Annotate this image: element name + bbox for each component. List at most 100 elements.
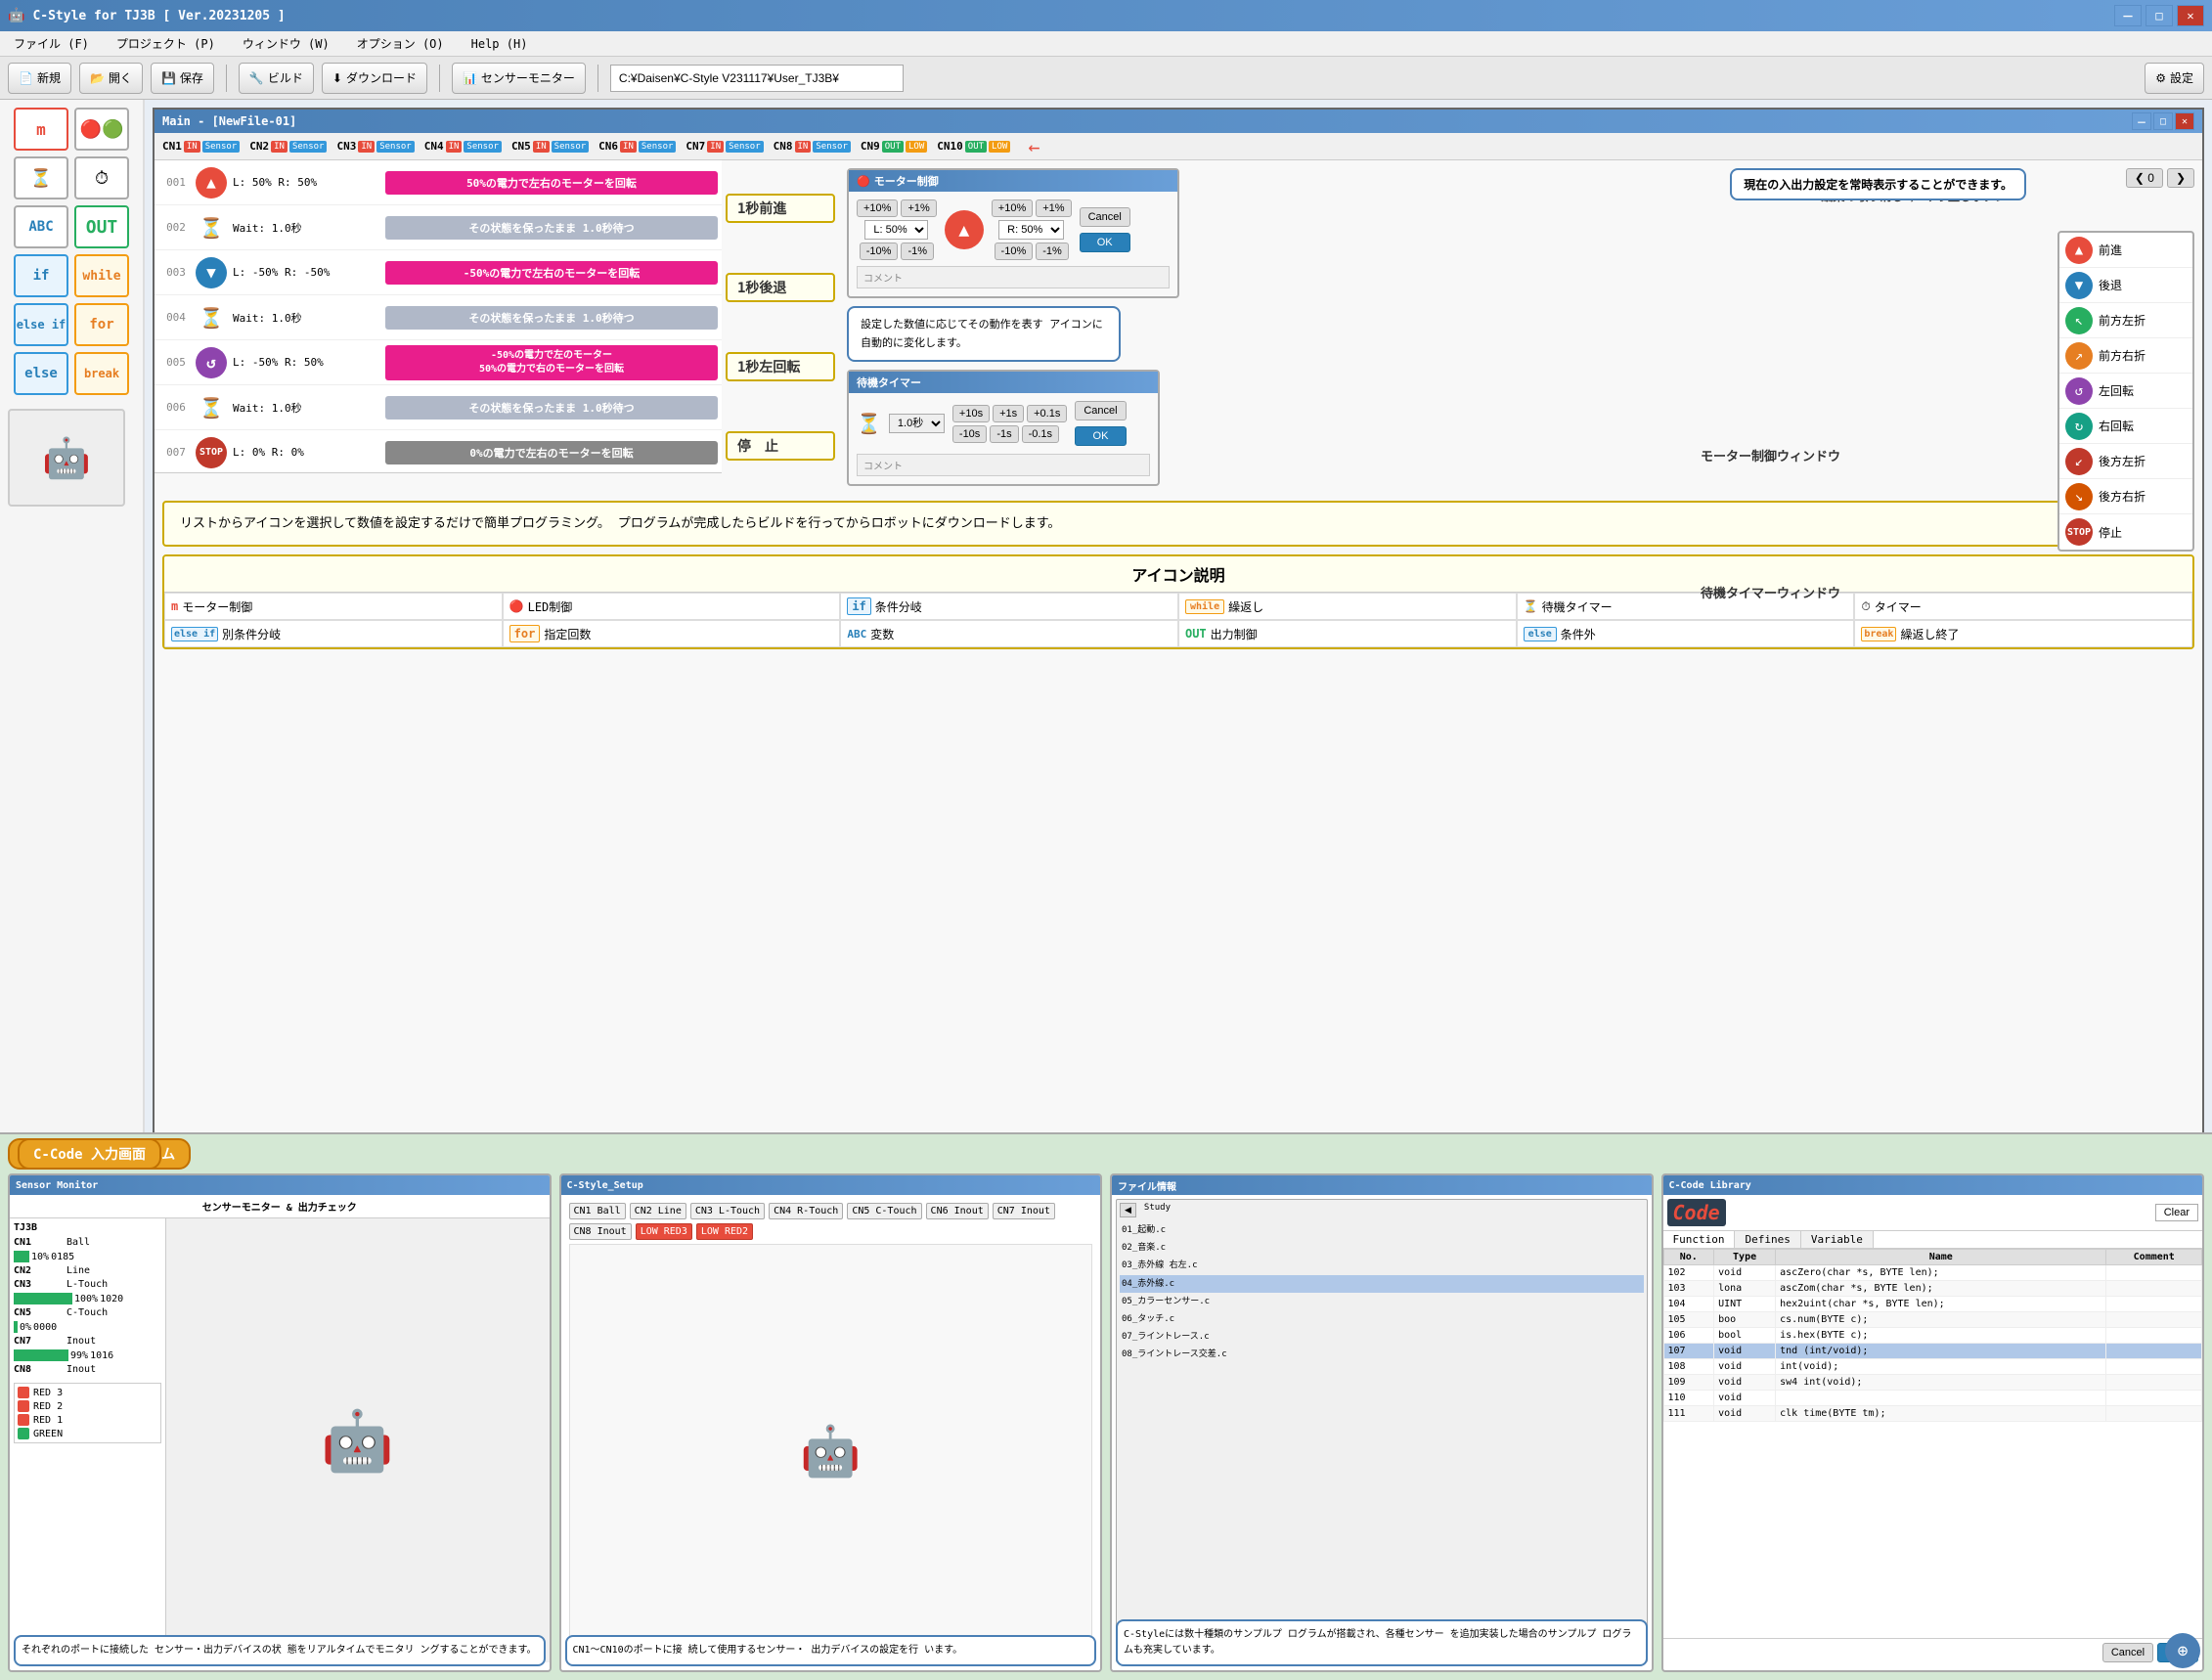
sidebar-elseif-btn[interactable]: else if	[14, 303, 68, 346]
save-button[interactable]: 💾 保存	[151, 63, 214, 94]
sample-file-4[interactable]: 04_赤外線.c	[1120, 1275, 1644, 1293]
sample-file-5[interactable]: 05_カラーセンサー.c	[1120, 1293, 1644, 1310]
menu-options[interactable]: オプション (O)	[351, 33, 450, 54]
motor-cancel-btn[interactable]: Cancel	[1080, 207, 1130, 227]
code-row-2[interactable]: 002 ⏳ Wait: 1.0秒 その状態を保ったまま 1.0秒待つ	[155, 205, 722, 250]
sample-file-8[interactable]: 08_ライントレース交差.c	[1120, 1346, 1644, 1363]
code-row-1[interactable]: 001 ▲ L: 50% R: 50% 50%の電力で左右のモーターを回転	[155, 160, 722, 205]
wait-time-select[interactable]: 1.0秒	[889, 414, 945, 433]
ccode-tab-function[interactable]: Function	[1663, 1231, 1736, 1248]
sidebar-wait-btn[interactable]: ⏳	[14, 156, 68, 199]
ccode-row-110[interactable]: 110 void	[1663, 1391, 2202, 1406]
ccode-row-106[interactable]: 106 bool is.hex(BYTE c);	[1663, 1328, 2202, 1344]
ccode-row-104[interactable]: 104 UINT hex2uint(char *s, BYTE len);	[1663, 1297, 2202, 1312]
sample-file-1[interactable]: 01_起動.c	[1120, 1221, 1644, 1239]
ccode-row-103[interactable]: 103 lona ascZom(char *s, BYTE len);	[1663, 1281, 2202, 1297]
build-button[interactable]: 🔧 ビルド	[239, 63, 314, 94]
inner-maximize[interactable]: □	[2153, 112, 2173, 130]
right-motor-select[interactable]: R: 50%	[998, 220, 1064, 240]
sidebar-for-btn[interactable]: for	[74, 303, 129, 346]
sidebar-abc-btn[interactable]: ABC	[14, 205, 68, 248]
wait-minus01s-btn[interactable]: -0.1s	[1022, 425, 1059, 443]
settings-button[interactable]: ⚙ 設定	[2145, 63, 2204, 94]
wait-plus10s-btn[interactable]: +10s	[952, 405, 990, 422]
setup-cn4[interactable]: CN4 R-Touch	[769, 1203, 843, 1219]
maximize-button[interactable]: □	[2146, 5, 2173, 26]
ccode-table-wrapper[interactable]: No. Type Name Comment 102 void ascZero(c…	[1663, 1249, 2203, 1638]
ccode-row-102[interactable]: 102 void ascZero(char *s, BYTE len);	[1663, 1265, 2202, 1281]
ccode-row-109[interactable]: 109 void sw4 int(void);	[1663, 1375, 2202, 1391]
wait-minus10s-btn[interactable]: -10s	[952, 425, 987, 443]
left-minus1-btn[interactable]: -1%	[901, 243, 934, 260]
ccode-cancel-btn[interactable]: Cancel	[2102, 1643, 2153, 1662]
path-input[interactable]	[610, 65, 904, 92]
download-button[interactable]: ⬇ ダウンロード	[322, 63, 427, 94]
sample-file-6[interactable]: 06_タッチ.c	[1120, 1310, 1644, 1328]
sidebar-break-btn[interactable]: break	[74, 352, 129, 395]
motor-ok-btn[interactable]: OK	[1080, 233, 1130, 252]
ccode-tab-variable[interactable]: Variable	[1801, 1231, 1874, 1248]
ccode-tab-defines[interactable]: Defines	[1735, 1231, 1800, 1248]
new-button[interactable]: 📄 新規	[8, 63, 71, 94]
left-minus10-btn[interactable]: -10%	[860, 243, 899, 260]
code-row-3[interactable]: 003 ▼ L: -50% R: -50% -50%の電力で左右のモーターを回転	[155, 250, 722, 295]
code-row-6[interactable]: 006 ⏳ Wait: 1.0秒 その状態を保ったまま 1.0秒待つ	[155, 385, 722, 430]
magnifier-button[interactable]: ⊕	[2165, 1633, 2200, 1668]
wait-minus1s-btn[interactable]: -1s	[990, 425, 1018, 443]
code-row-4[interactable]: 004 ⏳ Wait: 1.0秒 その状態を保ったまま 1.0秒待つ	[155, 295, 722, 340]
menu-help[interactable]: Help (H)	[465, 35, 534, 53]
setup-cn1[interactable]: CN1 Ball	[569, 1203, 626, 1219]
motor-comment-field[interactable]: コメント	[857, 266, 1170, 288]
right-plus10-btn[interactable]: +10%	[992, 199, 1033, 217]
inner-close[interactable]: ✕	[2175, 112, 2194, 130]
sidebar-motor-btn[interactable]: m	[14, 108, 68, 151]
setup-cn10[interactable]: LOW RED2	[696, 1223, 753, 1240]
wait-ok-btn[interactable]: OK	[1075, 426, 1126, 446]
ccode-row-111[interactable]: 111 void clk time(BYTE tm);	[1663, 1406, 2202, 1422]
left-plus10-btn[interactable]: +10%	[857, 199, 898, 217]
setup-cn5[interactable]: CN5 C-Touch	[847, 1203, 921, 1219]
setup-cn3[interactable]: CN3 L-Touch	[690, 1203, 765, 1219]
sample-file-7[interactable]: 07_ライントレース.c	[1120, 1328, 1644, 1346]
close-button[interactable]: ✕	[2177, 5, 2204, 26]
monitor-button[interactable]: 📊 センサーモニター	[452, 63, 586, 94]
wait-comment-field[interactable]: コメント	[857, 454, 1150, 476]
sample-file-2[interactable]: 02_音楽.c	[1120, 1239, 1644, 1257]
sidebar-led-btn[interactable]: 🔴🟢	[74, 108, 129, 151]
sample-back-btn[interactable]: ◀	[1120, 1203, 1136, 1217]
sidebar-while-btn[interactable]: while	[74, 254, 129, 297]
inner-minimize[interactable]: －	[2132, 112, 2151, 130]
wait-cancel-btn[interactable]: Cancel	[1075, 401, 1126, 420]
wait-plus1s-btn[interactable]: +1s	[993, 405, 1024, 422]
ccode-row-105[interactable]: 105 boo cs.num(BYTE c);	[1663, 1312, 2202, 1328]
menu-file[interactable]: ファイル (F)	[8, 33, 95, 54]
left-plus1-btn[interactable]: +1%	[901, 199, 936, 217]
right-minus10-btn[interactable]: -10%	[995, 243, 1034, 260]
ccode-clear-btn[interactable]: Clear	[2155, 1204, 2198, 1221]
ccode-row-108[interactable]: 108 void int(void);	[1663, 1359, 2202, 1375]
open-button[interactable]: 📂 開く	[79, 63, 143, 94]
sidebar-if-btn[interactable]: if	[14, 254, 68, 297]
setup-cn9[interactable]: LOW RED3	[636, 1223, 692, 1240]
menu-project[interactable]: プロジェクト (P)	[111, 33, 221, 54]
sensor-cn7-bar-row: 99% 1016	[14, 1349, 161, 1361]
minimize-button[interactable]: －	[2114, 5, 2142, 26]
setup-cn8[interactable]: CN8 Inout	[569, 1223, 632, 1240]
code-row-5[interactable]: 005 ↺ L: -50% R: 50% -50%の電力で左のモーター50%の電…	[155, 340, 722, 385]
sidebar-out-btn[interactable]: OUT	[74, 205, 129, 248]
sample-file-browser[interactable]: ◀ Study 01_起動.c 02_音楽.c 03_赤外線 右左.c 04_赤…	[1116, 1199, 1648, 1662]
rotate-left-icon: ↺	[2065, 377, 2093, 405]
setup-cn2[interactable]: CN2 Line	[630, 1203, 686, 1219]
menu-window[interactable]: ウィンドウ (W)	[237, 33, 335, 54]
right-plus1-btn[interactable]: +1%	[1036, 199, 1071, 217]
left-motor-select[interactable]: L: 50%	[864, 220, 928, 240]
sidebar-timer-btn[interactable]: ⏱	[74, 156, 129, 199]
setup-cn7[interactable]: CN7 Inout	[993, 1203, 1055, 1219]
right-minus1-btn[interactable]: -1%	[1036, 243, 1069, 260]
setup-cn6[interactable]: CN6 Inout	[926, 1203, 989, 1219]
sidebar-else-btn[interactable]: else	[14, 352, 68, 395]
ccode-row-107[interactable]: 107 void tnd (int/void);	[1663, 1344, 2202, 1359]
wait-plus01s-btn[interactable]: +0.1s	[1027, 405, 1067, 422]
code-row-7[interactable]: 007 STOP L: 0% R: 0% 0%の電力で左右のモーターを回転	[155, 430, 722, 473]
sample-file-3[interactable]: 03_赤外線 右左.c	[1120, 1257, 1644, 1274]
